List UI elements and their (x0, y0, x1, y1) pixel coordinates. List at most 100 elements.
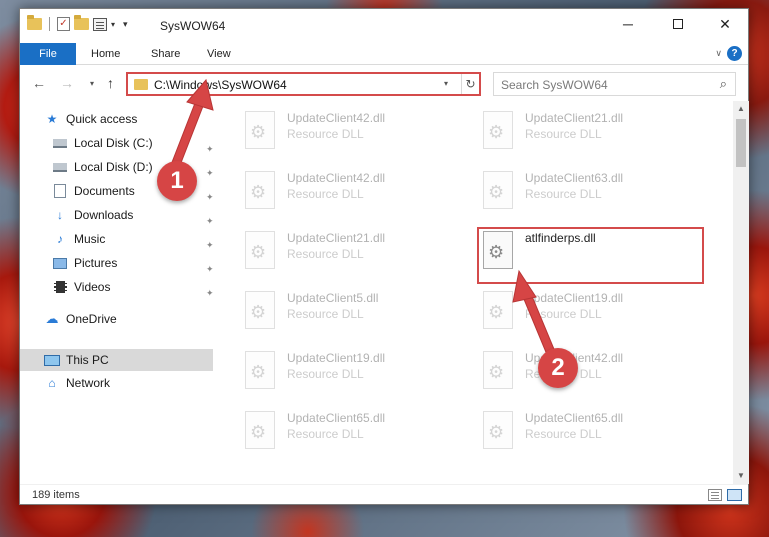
file-item[interactable]: UpdateClient21.dll Resource DLL (221, 227, 441, 275)
file-item[interactable]: UpdateClient42.dll Resource DLL (221, 167, 441, 215)
expand-ribbon-icon[interactable]: ∨ (715, 48, 722, 59)
file-type: Resource DLL (525, 307, 602, 321)
pin-icon: ✦ (206, 240, 214, 250)
close-icon: ✕ (719, 15, 731, 32)
sidebar-item-label: Downloads (74, 208, 134, 222)
file-type: Resource DLL (525, 187, 602, 201)
file-type: Resource DLL (287, 247, 364, 261)
view-options-icon[interactable] (93, 17, 107, 31)
star-icon: ★ (46, 112, 58, 126)
file-list: UpdateClient42.dll Resource DLL UpdateCl… (220, 101, 733, 484)
pictures-icon (52, 256, 68, 270)
sidebar-item-videos[interactable]: Videos ✦ (52, 276, 214, 298)
folder-icon (27, 15, 42, 30)
scroll-thumb[interactable] (736, 119, 746, 167)
file-name: UpdateClient63.dll (525, 171, 624, 185)
sidebar-item-music[interactable]: ♪ Music ✦ (52, 228, 214, 250)
tab-view[interactable]: View (193, 43, 245, 65)
file-type: Resource DLL (525, 427, 602, 441)
sidebar-item-label: Quick access (66, 112, 138, 126)
sidebar-item-downloads[interactable]: ↓ Downloads ✦ (52, 204, 214, 226)
file-type: Resource DLL (287, 367, 364, 381)
sidebar-item-local-disk-c[interactable]: Local Disk (C:) ✦ (52, 132, 214, 154)
documents-icon (52, 184, 68, 198)
details-view-icon[interactable] (708, 489, 722, 501)
file-item[interactable]: UpdateClient63.dll Resource DLL (459, 167, 679, 215)
sidebar-item-label: Network (66, 376, 111, 390)
vertical-scrollbar[interactable]: ▲ ▼ (733, 101, 749, 484)
drive-icon (52, 160, 68, 174)
file-item[interactable]: UpdateClient42.dll Resource DLL (221, 107, 441, 155)
sidebar-item-label: Documents (74, 184, 135, 198)
tab-file[interactable]: File (20, 43, 76, 65)
sidebar-item-pictures[interactable]: Pictures ✦ (52, 252, 214, 274)
search-icon[interactable]: ⌕ (720, 76, 727, 92)
pin-icon: ✦ (206, 264, 214, 274)
search-placeholder: Search SysWOW64 (501, 78, 608, 92)
address-history-icon[interactable]: ▾ (444, 79, 448, 88)
folder-icon (134, 79, 148, 90)
status-bar: 189 items (20, 484, 748, 506)
file-name: UpdateClient65.dll (287, 411, 386, 425)
dll-file-icon (483, 411, 513, 449)
drive-icon (52, 136, 68, 150)
file-name: UpdateClient21.dll (287, 231, 386, 245)
tab-home[interactable]: Home (77, 43, 134, 65)
sidebar-item-label: Local Disk (C:) (74, 136, 153, 150)
file-item[interactable]: UpdateClient5.dll Resource DLL (221, 287, 441, 335)
recent-locations-icon[interactable]: ▾ (90, 79, 94, 88)
dll-file-icon (245, 411, 275, 449)
sidebar-item-label: Videos (74, 280, 111, 294)
file-name: UpdateClient5.dll (287, 291, 379, 305)
dll-file-icon (245, 171, 275, 209)
pin-icon: ✦ (206, 144, 214, 154)
navigation-pane: ★ Quick access Local Disk (C:) ✦ Local D… (20, 101, 220, 484)
maximize-icon (673, 19, 683, 29)
large-icons-view-icon[interactable] (727, 489, 742, 501)
sidebar-item-this-pc[interactable]: This PC (20, 349, 213, 371)
maximize-button[interactable] (655, 9, 701, 39)
navigation-bar: ← → ▾ ↑ C:\Windows\SysWOW64 ▾ ↻ Search S… (20, 66, 748, 100)
minimize-icon: ─ (623, 16, 633, 32)
refresh-icon[interactable]: ↻ (461, 74, 479, 94)
sidebar-item-label: Pictures (74, 256, 118, 270)
new-folder-icon[interactable] (74, 15, 89, 30)
file-type: Resource DLL (287, 307, 364, 321)
minimize-button[interactable]: ─ (605, 9, 651, 39)
properties-check-icon[interactable]: ✓ (57, 17, 70, 31)
pin-icon: ✦ (206, 288, 214, 298)
file-name: UpdateClient42.dll (287, 111, 386, 125)
search-input[interactable]: Search SysWOW64 ⌕ (493, 72, 736, 96)
scroll-up-icon[interactable]: ▲ (733, 101, 749, 117)
sidebar-item-network[interactable]: ⌂ Network (44, 372, 214, 394)
this-pc-icon (44, 353, 60, 367)
title-bar: ✓ ▾ ▾ SysWOW64 ─ ✕ (20, 9, 748, 43)
sidebar-item-onedrive[interactable]: ☁ OneDrive (44, 308, 214, 330)
music-icon: ♪ (57, 232, 63, 246)
file-name: UpdateClient65.dll (525, 411, 624, 425)
file-item[interactable]: UpdateClient19.dll Resource DLL (459, 287, 679, 335)
network-icon: ⌂ (48, 376, 56, 390)
chevron-down-icon[interactable]: ▾ (111, 20, 115, 29)
address-bar[interactable]: C:\Windows\SysWOW64 ▾ ↻ (126, 72, 481, 96)
forward-arrow-icon[interactable]: → (60, 75, 74, 91)
customize-toolbar-icon[interactable]: ▾ (123, 19, 128, 30)
back-arrow-icon[interactable]: ← (32, 75, 46, 91)
file-item[interactable]: UpdateClient65.dll Resource DLL (459, 407, 679, 455)
file-item[interactable]: UpdateClient19.dll Resource DLL (221, 347, 441, 395)
sidebar-item-quick-access[interactable]: ★ Quick access (44, 108, 214, 130)
file-name: UpdateClient21.dll (525, 111, 624, 125)
help-icon[interactable]: ? (727, 46, 742, 61)
up-arrow-icon[interactable]: ↑ (107, 75, 114, 91)
scroll-down-icon[interactable]: ▼ (733, 468, 749, 484)
file-name: UpdateClient19.dll (287, 351, 386, 365)
file-name: UpdateClient42.dll (287, 171, 386, 185)
tab-share[interactable]: Share (137, 43, 194, 65)
file-item[interactable]: UpdateClient21.dll Resource DLL (459, 107, 679, 155)
address-path[interactable]: C:\Windows\SysWOW64 (154, 78, 287, 92)
close-button[interactable]: ✕ (702, 9, 748, 39)
sidebar-item-label: OneDrive (66, 312, 117, 326)
pin-icon: ✦ (206, 168, 214, 178)
file-item[interactable]: UpdateClient65.dll Resource DLL (221, 407, 441, 455)
dll-file-icon (245, 351, 275, 389)
